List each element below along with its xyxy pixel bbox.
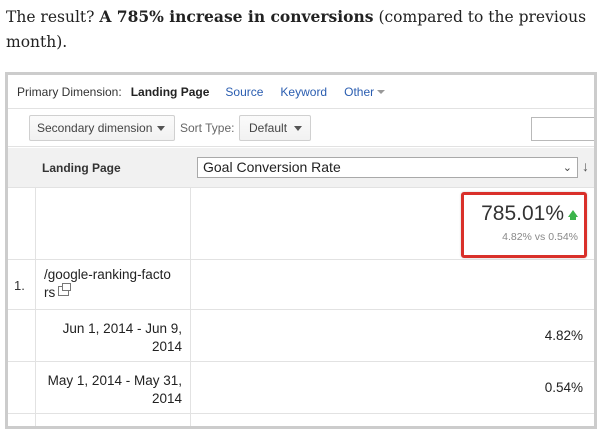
dimension-landing-page[interactable]: Landing Page <box>131 85 210 99</box>
dimension-other-label: Other <box>344 84 375 99</box>
date-range-current: Jun 1, 2014 - Jun 9, 2014 <box>62 321 182 354</box>
summary-row: 785.01% 4.82% vs 0.54% <box>8 188 594 260</box>
filter-bar: Secondary dimension Sort Type: Default <box>8 109 594 147</box>
chevron-down-icon: ⌄ <box>562 162 572 174</box>
table-row: May 1, 2014 - May 31, 2014 0.54% <box>8 363 594 414</box>
conversion-rate-previous: 0.54% <box>544 380 583 395</box>
chevron-down-icon <box>157 126 165 131</box>
percent-change: 785.01% <box>481 202 564 225</box>
table-row: Jun 1, 2014 - Jun 9, 2014 4.82% <box>8 311 594 362</box>
metric-select[interactable]: Goal Conversion Rate ⌄ <box>197 157 578 178</box>
primary-dimension-bar: Primary Dimension: Landing Page Source K… <box>8 75 594 109</box>
intro-lead: The result? <box>6 8 100 26</box>
dimension-keyword-link[interactable]: Keyword <box>280 85 327 99</box>
table-header-row: Landing Page Goal Conversion Rate ⌄ ↓ <box>8 148 594 188</box>
metric-select-value: Goal Conversion Rate <box>203 159 341 175</box>
intro-bold: A 785% increase in conversions <box>99 7 374 26</box>
summary-highlight-box: 785.01% 4.82% vs 0.54% <box>461 192 587 258</box>
trend-up-icon-stem <box>570 216 576 220</box>
chevron-down-icon <box>377 90 386 95</box>
primary-dimension-label: Primary Dimension: <box>17 84 122 99</box>
date-range-previous: May 1, 2014 - May 31, 2014 <box>47 373 182 406</box>
row-index: 1. <box>14 278 25 293</box>
sort-type-dropdown[interactable]: Default <box>239 115 311 141</box>
table-row: 1. /google-ranking-factors <box>8 260 594 310</box>
table-search-input[interactable] <box>531 117 594 141</box>
external-link-icon[interactable] <box>58 283 72 296</box>
chevron-down-icon <box>294 126 302 131</box>
landing-page-link[interactable]: /google-ranking-factors <box>44 266 174 302</box>
dimension-other-link[interactable]: Other <box>344 84 386 99</box>
secondary-dimension-label: Secondary dimension <box>37 121 153 135</box>
sort-type-label: Sort Type: <box>180 121 235 135</box>
intro-paragraph: The result? A 785% increase in conversio… <box>6 4 591 55</box>
secondary-dimension-button[interactable]: Secondary dimension <box>29 115 175 141</box>
sort-type-value: Default <box>249 121 288 135</box>
analytics-screenshot: Primary Dimension: Landing Page Source K… <box>5 72 597 429</box>
sort-down-arrow-icon[interactable]: ↓ <box>582 158 589 174</box>
dimension-source-link[interactable]: Source <box>225 85 263 99</box>
conversion-rate-current: 4.82% <box>544 328 583 343</box>
period-comparison: 4.82% vs 0.54% <box>502 231 578 243</box>
landing-page-column-header[interactable]: Landing Page <box>42 161 121 175</box>
